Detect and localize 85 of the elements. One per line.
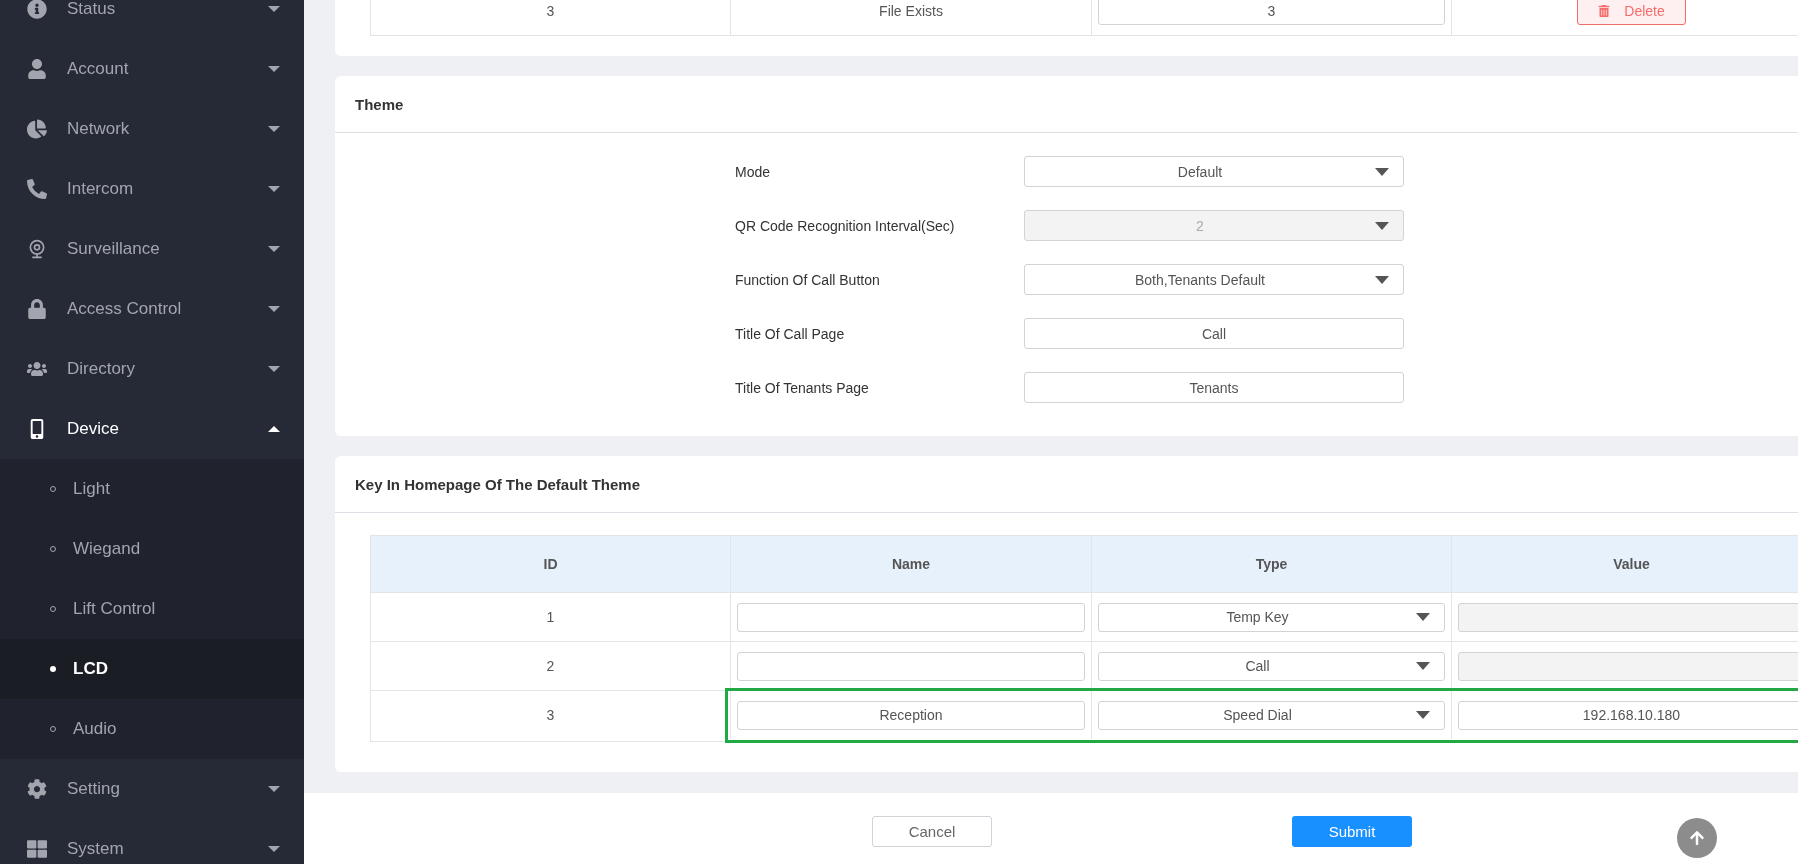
caret-icon	[268, 426, 280, 432]
caret-icon	[268, 846, 280, 852]
sidebar-item-label: Directory	[67, 359, 136, 379]
column-header: Type	[1092, 536, 1452, 592]
sidebar-item-label: System	[67, 839, 125, 859]
sidebar-subitem[interactable]: Wiegand	[0, 519, 304, 579]
caret-icon	[1416, 662, 1430, 670]
sidebar-subitem[interactable]: Light	[0, 459, 304, 519]
input-field[interactable]: 3	[1098, 0, 1445, 25]
sidebar-item-label: Setting	[67, 779, 121, 799]
sidebar-subitem-label: Light	[73, 479, 110, 499]
table-cell: 3	[371, 690, 731, 739]
caret-icon	[268, 786, 280, 792]
sidebar-item-label: Status	[67, 0, 117, 19]
section-title: Key In Homepage Of The Default Theme	[335, 456, 1798, 513]
sidebar-item-label: Network	[67, 119, 131, 139]
sidebar-subitem[interactable]: LCD	[0, 639, 304, 699]
caret-icon	[268, 126, 280, 132]
sidebar-item[interactable]: Network	[0, 99, 304, 159]
door-lock-icon	[25, 297, 48, 321]
field-label: Title Of Tenants Page	[735, 379, 870, 396]
user-icon	[25, 57, 48, 81]
sidebar-item[interactable]: Intercom	[0, 159, 304, 219]
caret-icon	[268, 6, 280, 12]
select-field[interactable]: Call	[1098, 651, 1445, 681]
sidebar-subitem-label: Audio	[73, 719, 117, 739]
table-cell: 2	[371, 641, 731, 690]
cancel-button[interactable]: Cancel	[872, 816, 992, 847]
sidebar-item[interactable]: Account	[0, 39, 304, 99]
select-field[interactable]: Speed Dial	[1098, 700, 1445, 730]
caret-icon	[268, 186, 280, 192]
sidebar-item-label: Device	[67, 419, 120, 439]
submit-button[interactable]: Submit	[1292, 816, 1412, 847]
sidebar-item[interactable]: Access Control	[0, 279, 304, 339]
arrow-up-icon	[1689, 830, 1705, 846]
caret-icon	[1375, 167, 1389, 176]
sidebar-subitem-label: LCD	[73, 659, 108, 679]
field-label: Title Of Call Page	[735, 325, 846, 342]
select-field[interactable]: Both,Tenants Default	[1024, 264, 1404, 295]
caret-icon	[268, 306, 280, 312]
sidebar-item[interactable]: Status	[0, 0, 304, 39]
table-cell: File Exists	[731, 0, 1092, 35]
column-header: ID	[371, 536, 731, 592]
sidebar-subitem[interactable]: Audio	[0, 699, 304, 759]
input-field[interactable]: Tenants	[1024, 372, 1404, 403]
caret-icon	[268, 366, 280, 372]
caret-icon	[268, 66, 280, 72]
grid-icon	[25, 837, 48, 861]
gear-icon	[25, 777, 48, 801]
sidebar-item-label: Access Control	[67, 299, 183, 319]
sidebar-item[interactable]: System	[0, 819, 304, 864]
sidebar-item-label: Account	[67, 59, 130, 79]
sidebar-subitem[interactable]: Lift Control	[0, 579, 304, 639]
pie-chart-icon	[25, 117, 48, 141]
caret-icon	[1375, 275, 1389, 284]
sidebar-item[interactable]: Directory	[0, 339, 304, 399]
sidebar-item[interactable]: Setting	[0, 759, 304, 819]
sidebar-item-label: Surveillance	[67, 239, 161, 259]
caret-icon	[1416, 711, 1430, 719]
sidebar-item-label: Intercom	[67, 179, 135, 199]
input-field[interactable]: Call	[1024, 318, 1404, 349]
select-field[interactable]: Default	[1024, 156, 1404, 187]
select-field[interactable]: Temp Key	[1098, 602, 1445, 632]
input-field[interactable]	[737, 602, 1085, 632]
info-icon	[25, 0, 48, 21]
input-field[interactable]	[737, 651, 1085, 681]
input-field[interactable]: Reception	[737, 700, 1085, 730]
sidebar-item[interactable]: Surveillance	[0, 219, 304, 279]
sidebar-subitem-label: Wiegand	[73, 539, 141, 559]
caret-icon	[268, 246, 280, 252]
sidebar-subitem-label: Lift Control	[73, 599, 156, 619]
caret-icon	[1416, 613, 1430, 621]
field-label: Function Of Call Button	[735, 271, 881, 288]
caret-icon	[1375, 221, 1389, 230]
field-label: Mode	[735, 163, 772, 180]
table-cell: 1	[371, 592, 731, 641]
table-cell: 3	[371, 0, 731, 35]
trash-icon	[1598, 4, 1611, 17]
column-header: Value	[1452, 536, 1798, 592]
bullet-icon	[50, 666, 56, 672]
input-field[interactable]: 192.168.10.180	[1458, 700, 1798, 730]
phone-icon	[25, 177, 48, 201]
section-title: Theme	[335, 76, 1798, 133]
column-header: Name	[731, 536, 1092, 592]
field-label: QR Code Recognition Interval(Sec)	[735, 217, 956, 234]
